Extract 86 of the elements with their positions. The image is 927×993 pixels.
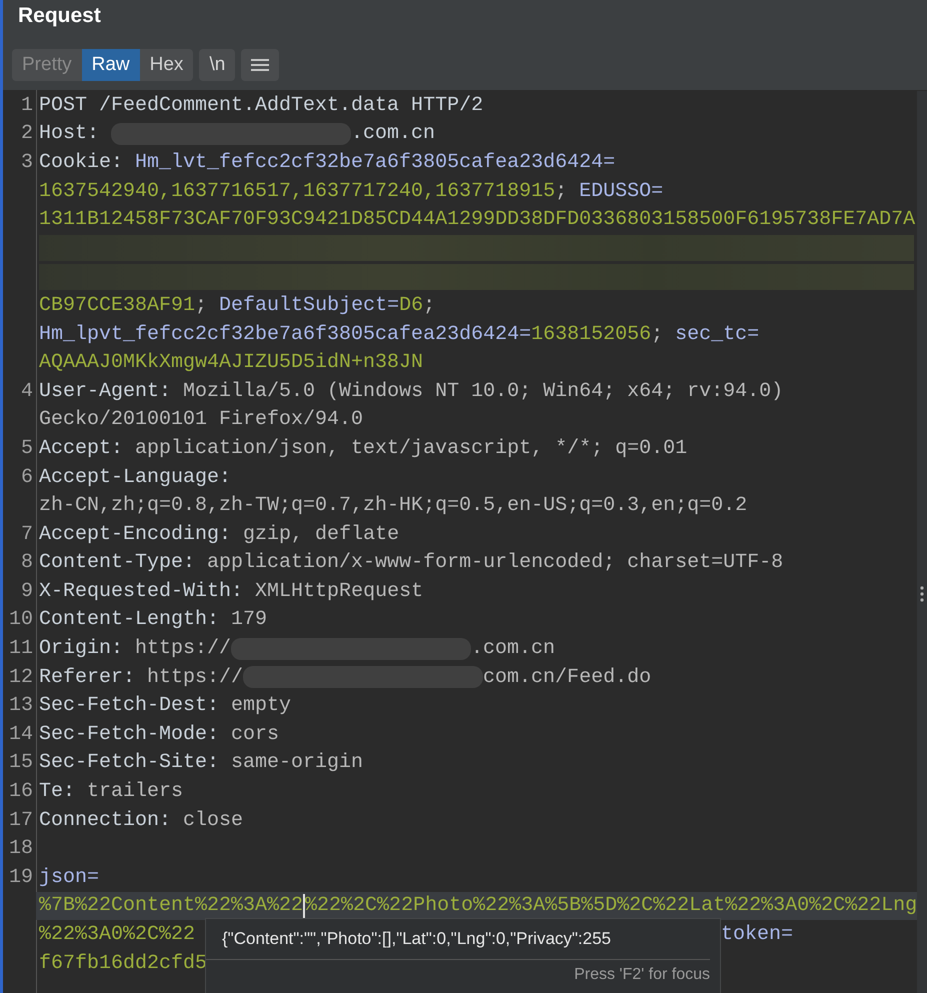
header-name: Cookie: [39, 150, 124, 174]
header-value: gzip, deflate [243, 522, 400, 546]
header-value: Gecko/20100101 Firefox/94.0 [39, 408, 364, 432]
header-value: application/json, text/javascript, */*; q=0.01 [135, 436, 688, 460]
grip-icon [920, 586, 924, 602]
line-number: 2 [20, 122, 33, 146]
header-value: cors [231, 722, 280, 746]
menu-icon [251, 58, 270, 72]
line-number: 18 [8, 837, 33, 860]
line-number: 6 [20, 466, 33, 489]
line-number: 16 [8, 780, 33, 804]
param-value: %7B%22Content%22%3A%22 [39, 894, 304, 918]
cookie-value: AQAAAJ0MKkXmgw4AJIZU5D5idN+n38JN [39, 351, 424, 374]
cookie-value: 1311B12458F73CAF70F93C9421D85CD44A1299DD38DFD0336803158500F6195738FE7AD7A [39, 208, 916, 232]
header-name: Sec-Fetch-Mode: [39, 722, 220, 746]
header-name: Origin: [39, 637, 124, 660]
line-number: 1 [20, 94, 33, 117]
header-name: User-Agent: [39, 380, 172, 403]
header-name: Sec-Fetch-Dest: [39, 694, 220, 718]
scrollbar[interactable] [917, 91, 927, 993]
line-number: 3 [20, 150, 33, 174]
header-name: Referer: [39, 666, 136, 689]
separator: ; [423, 294, 436, 317]
menu-button[interactable] [241, 49, 280, 81]
separator: ; [651, 322, 664, 346]
param-name: json= [39, 866, 100, 889]
line-number: 17 [8, 808, 33, 832]
header-value: close [183, 808, 244, 832]
newline-toggle-button[interactable]: \n [199, 49, 236, 81]
header-value: 179 [231, 608, 268, 632]
line-number: 11 [8, 637, 33, 660]
cookie-value: CB97CCE38AF91 [39, 294, 196, 317]
line-number: 14 [8, 722, 33, 746]
header-value: com.cn/Feed.do [483, 666, 652, 689]
header-name: Te: [39, 780, 76, 804]
header-value: https:// [147, 666, 244, 689]
cookie-name: sec_tc= [675, 322, 760, 346]
cookie-name: EDUSSO= [579, 180, 664, 203]
cookie-value: D6 [399, 294, 424, 317]
separator: ; [555, 180, 568, 203]
header-name: Content-Type: [39, 551, 196, 574]
line-number: 19 [8, 866, 33, 889]
header-value: same-origin [231, 751, 364, 774]
header-name: Content-Length: [39, 608, 220, 632]
header-name: POST /FeedComment.AddText.data HTTP/2 [39, 94, 484, 117]
line-number: 13 [8, 694, 33, 718]
view-tab[interactable]: Raw [82, 49, 140, 81]
header-name: Accept-Language: [39, 466, 232, 489]
focus-hint: Press 'F2' for focus [574, 966, 710, 983]
header-name: Host: [39, 122, 100, 146]
tooltip-text: {"Content":"","Photo":[],"Lat":0,"Lng":0,"Privacy":255 [206, 919, 710, 960]
header-name: Accept: [39, 436, 124, 460]
cookie-name: DefaultSubject= [219, 294, 400, 317]
view-tab[interactable]: Hex [140, 49, 194, 81]
header-name: .com.cn [351, 122, 436, 146]
line-number: 12 [8, 666, 33, 689]
param-value: f67fb16dd2cfd5 [39, 952, 208, 975]
text-caret [303, 894, 306, 918]
line-number: 4 [20, 380, 33, 403]
param-value: %22%3A0%2C%22 [39, 923, 196, 946]
header-value: .com.cn [471, 637, 556, 660]
cookie-value: 1638152056 [531, 322, 652, 346]
header-value: application/x-www-form-urlencoded; charset=UTF-8 [207, 551, 784, 574]
cookie-value: 1637542940,1637716517,1637717240,1637718915 [39, 180, 556, 203]
line-number: 15 [8, 751, 33, 774]
header-value: https:// [135, 637, 232, 660]
param-value: %22%2C%22Photo%22%3A%5B%5D%2C%22Lat%22%3A0%2C%22Lng [305, 894, 918, 918]
header-name: X-Requested-With: [39, 580, 244, 603]
header-value: XMLHttpRequest [255, 580, 424, 603]
header-name: Accept-Encoding: [39, 522, 232, 546]
line-number: 7 [20, 522, 33, 546]
line-number: 9 [20, 580, 33, 603]
header-value: Mozilla/5.0 (Windows NT 10.0; Win64; x64; rv:94.0) [183, 380, 784, 403]
cookie-name: Hm_lvt_fefcc2cf32be7a6f3805cafea23d6424= [135, 150, 616, 174]
separator: ; [195, 294, 208, 317]
line-number: 5 [20, 436, 33, 460]
header-value: empty [231, 694, 292, 718]
line-number: 10 [8, 608, 33, 632]
param-name: token= [721, 923, 794, 946]
panel-title: Request [17, 3, 102, 29]
header-value: zh-CN,zh;q=0.8,zh-TW;q=0.7,zh-HK;q=0.5,en-US;q=0.3,en;q=0.2 [39, 494, 748, 518]
cookie-name: Hm_lpvt_fefcc2cf32be7a6f3805cafea23d6424= [39, 322, 532, 346]
header-name: Sec-Fetch-Site: [39, 751, 220, 774]
header-name: Connection: [39, 808, 172, 832]
line-number: 8 [20, 551, 33, 574]
header-value: trailers [87, 780, 184, 804]
